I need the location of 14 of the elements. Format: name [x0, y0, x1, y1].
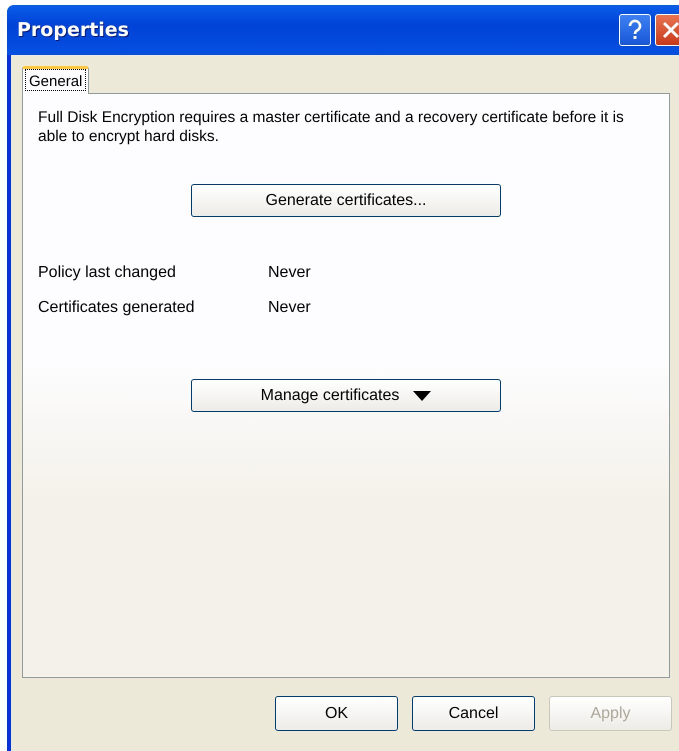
close-icon[interactable] — [655, 14, 679, 46]
info-label: Policy last changed — [38, 264, 177, 282]
dialog-button[interactable]: OK — [275, 696, 398, 731]
info-value: Never — [268, 264, 312, 282]
caret-icon — [413, 390, 432, 400]
generate-certificates-button[interactable]: Generate certificates... — [191, 184, 501, 217]
window-title: Properties — [17, 19, 130, 41]
description-text: Full Disk Encryption requires a master certificate and a recovery certificate before it is able to encrypt hard disks. — [38, 108, 625, 146]
help-icon[interactable] — [619, 14, 651, 46]
info-value: Never — [268, 299, 312, 317]
tab[interactable]: General — [22, 66, 90, 94]
manage-certificates-button[interactable]: Manage certificates — [191, 379, 501, 412]
info-label: Certificates generated — [38, 299, 196, 317]
dialog-button[interactable]: Cancel — [412, 696, 535, 731]
